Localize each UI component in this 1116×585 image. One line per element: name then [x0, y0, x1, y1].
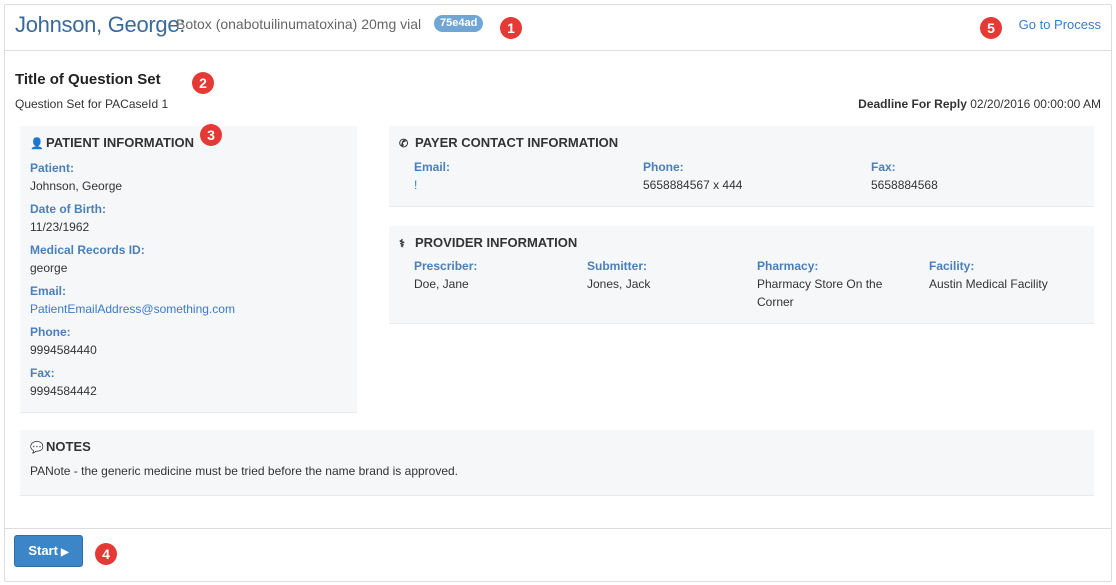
payer-email-link[interactable]: !: [414, 178, 417, 192]
payer-contact-title-text: PAYER CONTACT INFORMATION: [415, 135, 619, 150]
payer-fax-label: Fax:: [871, 160, 896, 174]
question-set-subtitle: Question Set for PACaseId 1: [15, 97, 169, 111]
pharmacy-value-line2: Corner: [757, 295, 794, 309]
medical-records-id-label: Medical Records ID:: [30, 243, 145, 257]
provider-information-title: ⚕ PROVIDER INFORMATION: [399, 235, 577, 250]
pharmacy-label: Pharmacy:: [757, 259, 819, 273]
deadline: Deadline For Reply 02/20/2016 00:00:00 A…: [858, 97, 1101, 111]
patient-information-title: 👤 PATIENT INFORMATION: [30, 135, 194, 150]
facility-label: Facility:: [929, 259, 975, 273]
phone-icon: ✆: [399, 138, 409, 150]
start-button[interactable]: Start ▶: [14, 535, 83, 567]
marker-3: 3: [200, 124, 222, 146]
question-set-title: Title of Question Set: [15, 71, 161, 88]
patient-phone-label: Phone:: [30, 325, 71, 339]
patient-email-label: Email:: [30, 284, 67, 298]
doctor-icon: ⚕: [399, 238, 405, 250]
patient-phone-value: 9994584440: [30, 343, 97, 357]
panel-footer: [5, 528, 1111, 581]
patient-name-heading: Johnson, George:: [15, 12, 186, 37]
start-button-label: Start: [28, 543, 58, 558]
payer-contact-title: ✆ PAYER CONTACT INFORMATION: [399, 135, 618, 150]
comment-icon: 💬: [30, 442, 44, 454]
prescriber-label: Prescriber:: [414, 259, 478, 273]
user-icon: 👤: [30, 138, 44, 150]
payer-phone-value: 5658884567 x 444: [643, 178, 743, 192]
payer-email-label: Email:: [414, 160, 451, 174]
patient-value: Johnson, George: [30, 179, 123, 193]
payer-contact-box: ✆ PAYER CONTACT INFORMATION Email: ! Phon…: [389, 126, 1094, 207]
deadline-label: Deadline For Reply: [858, 97, 967, 111]
pharmacy-value-line1: Pharmacy Store On the: [757, 277, 883, 291]
prescriber-value: Doe, Jane: [414, 277, 469, 291]
notes-box: 💬 NOTES PANote - the generic medicine mus…: [20, 430, 1094, 496]
go-to-process-link[interactable]: Go to Process: [1019, 17, 1101, 32]
marker-2: 2: [192, 72, 214, 94]
marker-1: 1: [500, 17, 522, 39]
patient-email-link[interactable]: PatientEmailAddress@something.com: [30, 302, 235, 316]
medical-records-id-value: george: [30, 261, 68, 275]
patient-fax-label: Fax:: [30, 366, 55, 380]
payer-phone-label: Phone:: [643, 160, 684, 174]
dob-label: Date of Birth:: [30, 202, 106, 216]
dob-value: 11/23/1962: [30, 220, 90, 234]
marker-5: 5: [980, 17, 1002, 39]
notes-title: 💬 NOTES: [30, 439, 91, 454]
submitter-value: Jones, Jack: [587, 277, 651, 291]
notes-title-text: NOTES: [46, 439, 91, 454]
patient-fax-value: 9994584442: [30, 384, 97, 398]
payer-fax-value: 5658884568: [871, 178, 938, 192]
patient-label: Patient:: [30, 161, 75, 175]
case-id-badge: 75e4ad: [434, 15, 484, 32]
provider-information-title-text: PROVIDER INFORMATION: [415, 235, 578, 250]
notes-text: PANote - the generic medicine must be tr…: [30, 464, 459, 478]
facility-value: Austin Medical Facility: [929, 277, 1048, 291]
patient-information-box: 👤 PATIENT INFORMATION Patient: Johnson, G…: [20, 126, 357, 413]
provider-information-box: ⚕ PROVIDER INFORMATION Prescriber: Doe, J…: [389, 226, 1094, 324]
submitter-label: Submitter:: [587, 259, 647, 273]
marker-4: 4: [95, 543, 117, 565]
play-icon: ▶: [60, 547, 69, 558]
patient-information-title-text: PATIENT INFORMATION: [46, 135, 195, 150]
drug-name: Botox (onabotuilinumatoxina) 20mg vial: [176, 16, 422, 32]
deadline-value: 02/20/2016 00:00:00 AM: [970, 97, 1101, 111]
